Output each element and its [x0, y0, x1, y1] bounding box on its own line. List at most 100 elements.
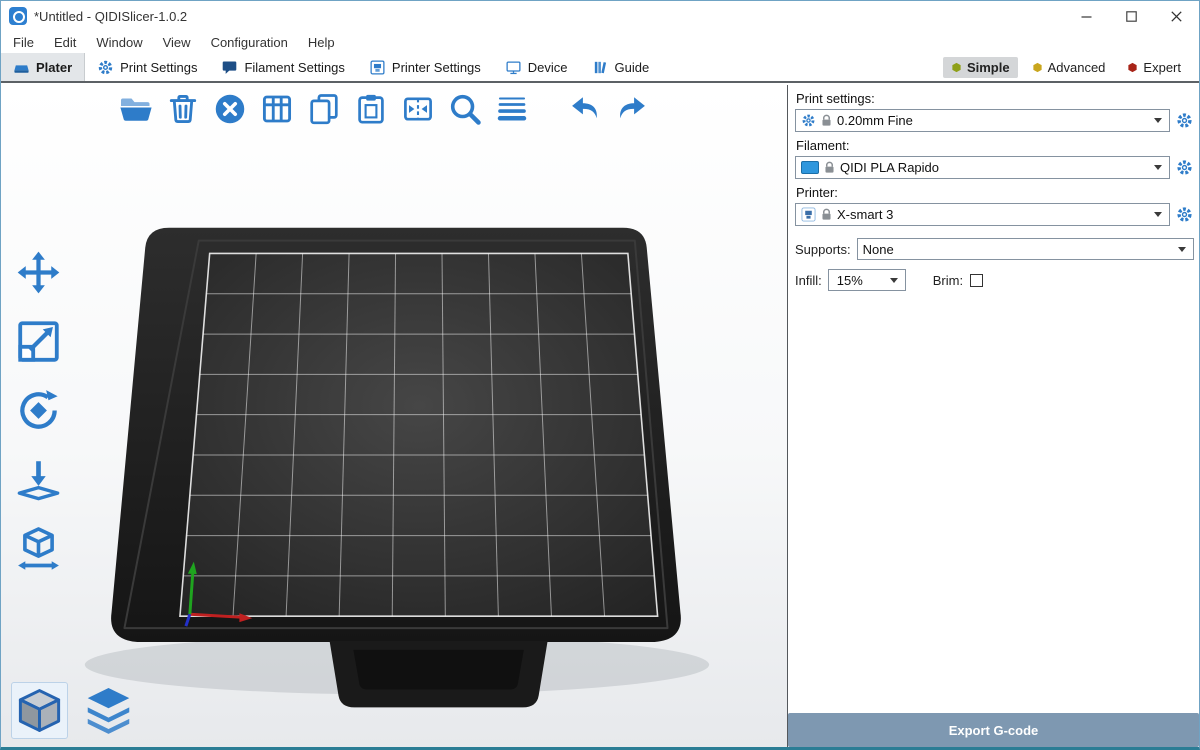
3d-cube-icon [14, 685, 65, 736]
supports-value: None [863, 242, 894, 257]
split-objects-icon [400, 91, 436, 127]
minimize-icon [1081, 11, 1092, 22]
printer-label: Printer: [796, 185, 1194, 200]
layer-height-button[interactable] [493, 90, 531, 128]
brim-checkbox[interactable] [970, 274, 983, 287]
redo-icon [614, 91, 650, 127]
filament-icon [221, 59, 238, 76]
delete-icon [165, 91, 201, 127]
printer-gear-button[interactable] [1175, 204, 1194, 225]
place-on-face-icon [13, 454, 64, 505]
lock-icon [821, 114, 832, 127]
menu-configuration[interactable]: Configuration [201, 33, 298, 52]
menu-window[interactable]: Window [86, 33, 152, 52]
chevron-down-icon [1178, 247, 1186, 252]
undo-button[interactable] [566, 90, 604, 128]
paste-button[interactable] [352, 90, 390, 128]
tab-device[interactable]: Device [493, 53, 580, 81]
supports-select[interactable]: None [857, 238, 1194, 260]
print-settings-value: 0.20mm Fine [837, 113, 913, 128]
scale-button[interactable] [11, 314, 66, 369]
infill-select[interactable]: 15% [828, 269, 906, 291]
brim-label: Brim: [933, 273, 963, 288]
editor-view-button[interactable] [11, 682, 68, 739]
move-button[interactable] [11, 245, 66, 300]
tab-label: Filament Settings [244, 60, 344, 75]
place-on-face-button[interactable] [11, 452, 66, 507]
chevron-down-icon [890, 278, 898, 283]
device-icon [505, 59, 522, 76]
menu-help[interactable]: Help [298, 33, 345, 52]
scale-icon [13, 316, 64, 367]
mode-simple[interactable]: Simple [943, 57, 1018, 78]
tab-guide[interactable]: Guide [580, 53, 662, 81]
tab-plater[interactable]: Plater [1, 53, 85, 81]
delete-all-icon [212, 91, 248, 127]
tab-printer-settings[interactable]: Printer Settings [357, 53, 493, 81]
filament-value: QIDI PLA Rapido [840, 160, 939, 175]
menu-view[interactable]: View [153, 33, 201, 52]
tab-label: Device [528, 60, 568, 75]
supports-label: Supports: [795, 242, 851, 257]
split-objects-button[interactable] [399, 90, 437, 128]
variable-layer-height-icon [494, 91, 530, 127]
print-settings-select[interactable]: 0.20mm Fine [795, 109, 1170, 132]
manipulation-toolbar [11, 245, 66, 576]
redo-button[interactable] [613, 90, 651, 128]
tab-label: Print Settings [120, 60, 197, 75]
guide-icon [592, 59, 609, 76]
maximize-button[interactable] [1109, 1, 1154, 31]
build-plate-scene [1, 85, 787, 747]
close-button[interactable] [1154, 1, 1199, 31]
tab-print-settings[interactable]: Print Settings [85, 53, 209, 81]
mode-switcher: Simple Advanced Expert [943, 53, 1199, 81]
menu-edit[interactable]: Edit [44, 33, 86, 52]
printer-icon [369, 59, 386, 76]
gear-icon [1176, 158, 1193, 177]
arrange-button[interactable] [258, 90, 296, 128]
mode-dot-icon [1127, 62, 1138, 73]
copy-icon [306, 91, 342, 127]
preview-layers-button[interactable] [80, 682, 137, 739]
measure-button[interactable] [11, 521, 66, 576]
mode-dot-icon [951, 62, 962, 73]
undo-icon [567, 91, 603, 127]
filament-select[interactable]: QIDI PLA Rapido [795, 156, 1170, 179]
3d-viewport[interactable] [1, 85, 787, 747]
mode-advanced[interactable]: Advanced [1024, 57, 1114, 78]
lock-icon [824, 161, 835, 174]
chevron-down-icon [1154, 212, 1162, 217]
infill-label: Infill: [795, 273, 822, 288]
tab-label: Plater [36, 60, 72, 75]
tab-filament-settings[interactable]: Filament Settings [209, 53, 356, 81]
tab-label: Guide [615, 60, 650, 75]
open-button[interactable] [117, 90, 155, 128]
rotate-icon [13, 385, 64, 436]
delete-all-button[interactable] [211, 90, 249, 128]
filament-gear-button[interactable] [1175, 157, 1194, 178]
search-button[interactable] [446, 90, 484, 128]
measure-icon [13, 523, 64, 574]
export-gcode-button[interactable]: Export G-code [788, 713, 1199, 747]
infill-value: 15% [837, 273, 863, 288]
rotate-button[interactable] [11, 383, 66, 438]
filament-color-swatch [801, 161, 819, 174]
window-title: *Untitled - QIDISlicer-1.0.2 [34, 9, 187, 24]
paste-icon [353, 91, 389, 127]
printer-select[interactable]: X-smart 3 [795, 203, 1170, 226]
mode-expert[interactable]: Expert [1119, 57, 1189, 78]
view-toolbar [11, 682, 137, 739]
app-window: *Untitled - QIDISlicer-1.0.2 File Edit W… [0, 0, 1200, 750]
print-settings-gear-button[interactable] [1175, 110, 1194, 131]
minimize-button[interactable] [1064, 1, 1109, 31]
delete-button[interactable] [164, 90, 202, 128]
gear-icon [97, 59, 114, 76]
plater-icon [13, 59, 30, 76]
settings-sidebar: Print settings: 0.20mm Fine Filament: [787, 85, 1199, 747]
chevron-down-icon [1154, 118, 1162, 123]
menubar: File Edit Window View Configuration Help [1, 31, 1199, 53]
menu-file[interactable]: File [3, 33, 44, 52]
titlebar: *Untitled - QIDISlicer-1.0.2 [1, 1, 1199, 31]
copy-button[interactable] [305, 90, 343, 128]
tab-label: Printer Settings [392, 60, 481, 75]
